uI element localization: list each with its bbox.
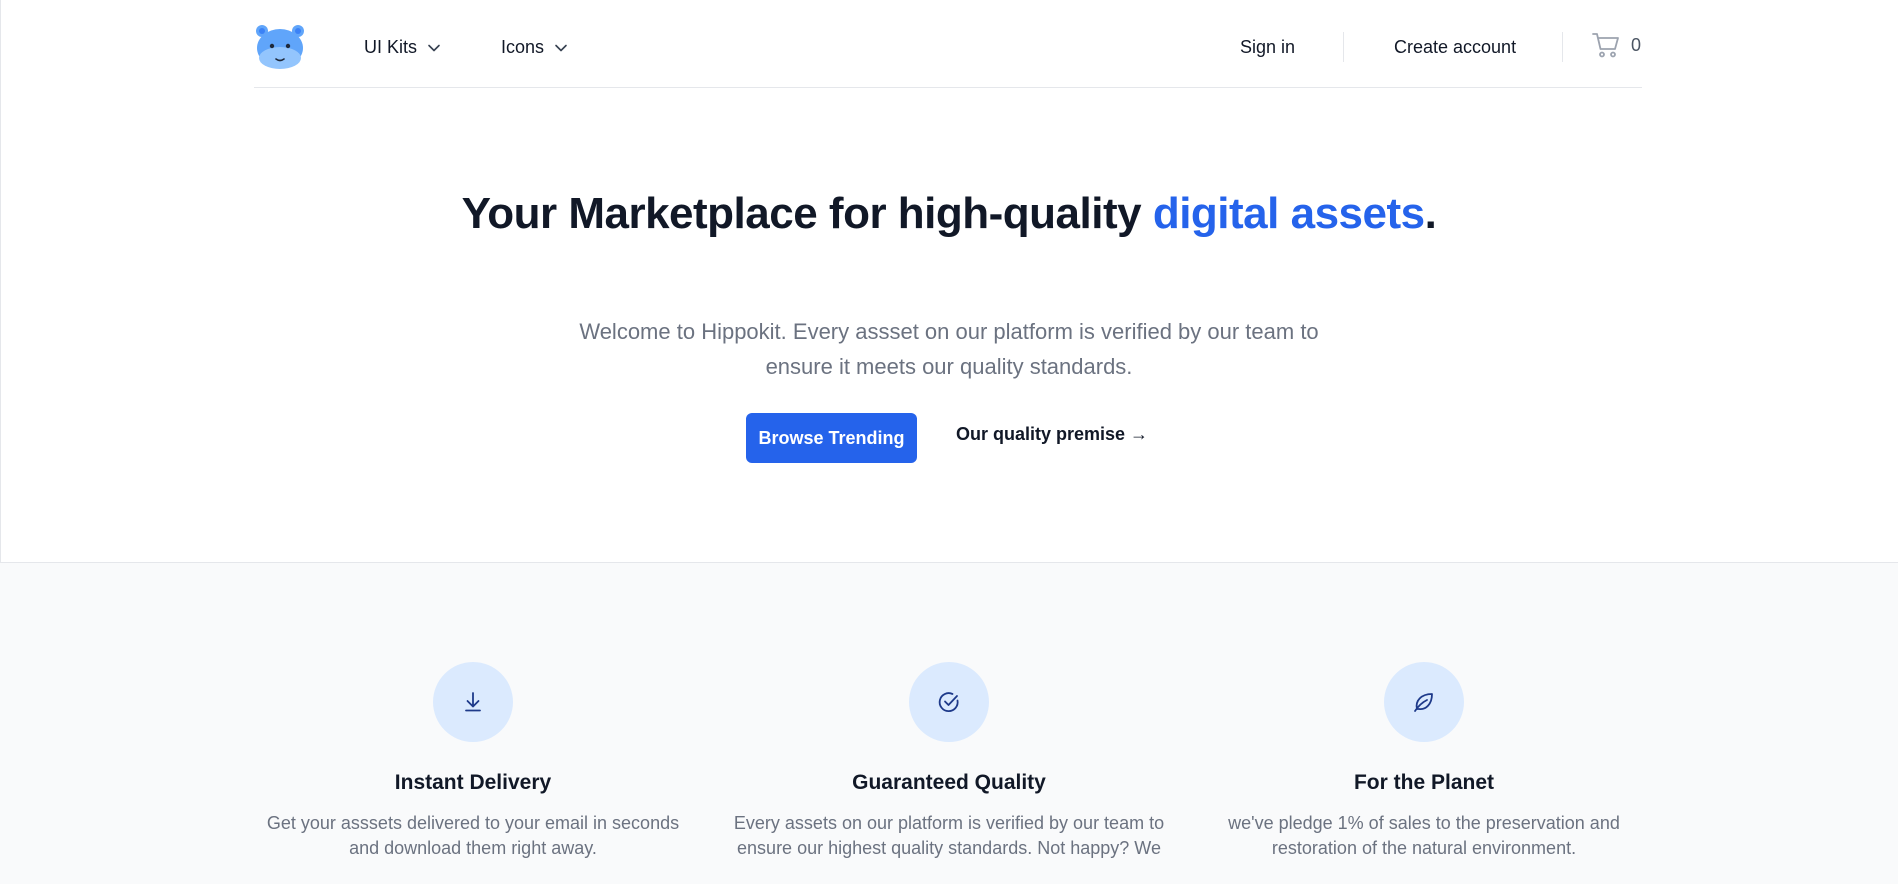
nav-icons[interactable]: Icons: [501, 37, 568, 58]
cart-button[interactable]: 0: [1591, 30, 1641, 60]
feature-title: Guaranteed Quality: [852, 771, 1046, 794]
nav-icons-label: Icons: [501, 37, 545, 57]
feature-description: Every assets on our platform is verified…: [733, 813, 1165, 858]
browse-trending-button[interactable]: Browse Trending: [746, 413, 917, 463]
nav-ui-kits-label: UI Kits: [364, 37, 418, 57]
sign-in-link[interactable]: Sign in: [1240, 37, 1295, 58]
cart-count: 0: [1631, 34, 1642, 55]
navbar: UI Kits Icons Sign in Create account 0: [254, 0, 1642, 88]
feature-description: we've pledge 1% of sales to the preserva…: [1228, 813, 1620, 858]
feature-title: Instant Delivery: [394, 771, 552, 794]
hero-title-end: .: [1424, 189, 1437, 238]
hero-section: Your Marketplace for high-quality digita…: [0, 88, 1898, 562]
hippo-logo[interactable]: [254, 24, 306, 70]
feature-icon-circle: [909, 662, 989, 742]
quality-premise-link[interactable]: Our quality premise →: [956, 424, 1148, 445]
feature-icon-circle: [433, 662, 513, 742]
hero-title: Your Marketplace for high-quality digita…: [449, 188, 1449, 240]
chevron-down-icon: [555, 44, 567, 51]
nav-divider: [1562, 32, 1563, 62]
features-section: Instant Delivery Get your asssets delive…: [0, 562, 1898, 884]
hero-title-main: Your Marketplace for high-quality: [461, 189, 1153, 238]
feature-icon-circle: [1384, 662, 1464, 742]
nav-divider: [1343, 32, 1344, 62]
create-account-link[interactable]: Create account: [1394, 37, 1516, 58]
check-circle-icon: [938, 692, 959, 712]
feature-description: Get your asssets delivered to your email…: [266, 813, 680, 858]
leaf-icon: [1414, 693, 1433, 712]
hero-title-accent: digital assets: [1152, 189, 1425, 238]
shopping-cart-icon: [1592, 33, 1619, 58]
download-icon: [465, 692, 481, 712]
hero-subtitle: Welcome to Hippokit. Every assset on our…: [579, 319, 1319, 379]
feature-title: For the Planet: [1353, 771, 1495, 794]
chevron-down-icon: [428, 44, 440, 51]
nav-ui-kits[interactable]: UI Kits: [364, 37, 441, 58]
